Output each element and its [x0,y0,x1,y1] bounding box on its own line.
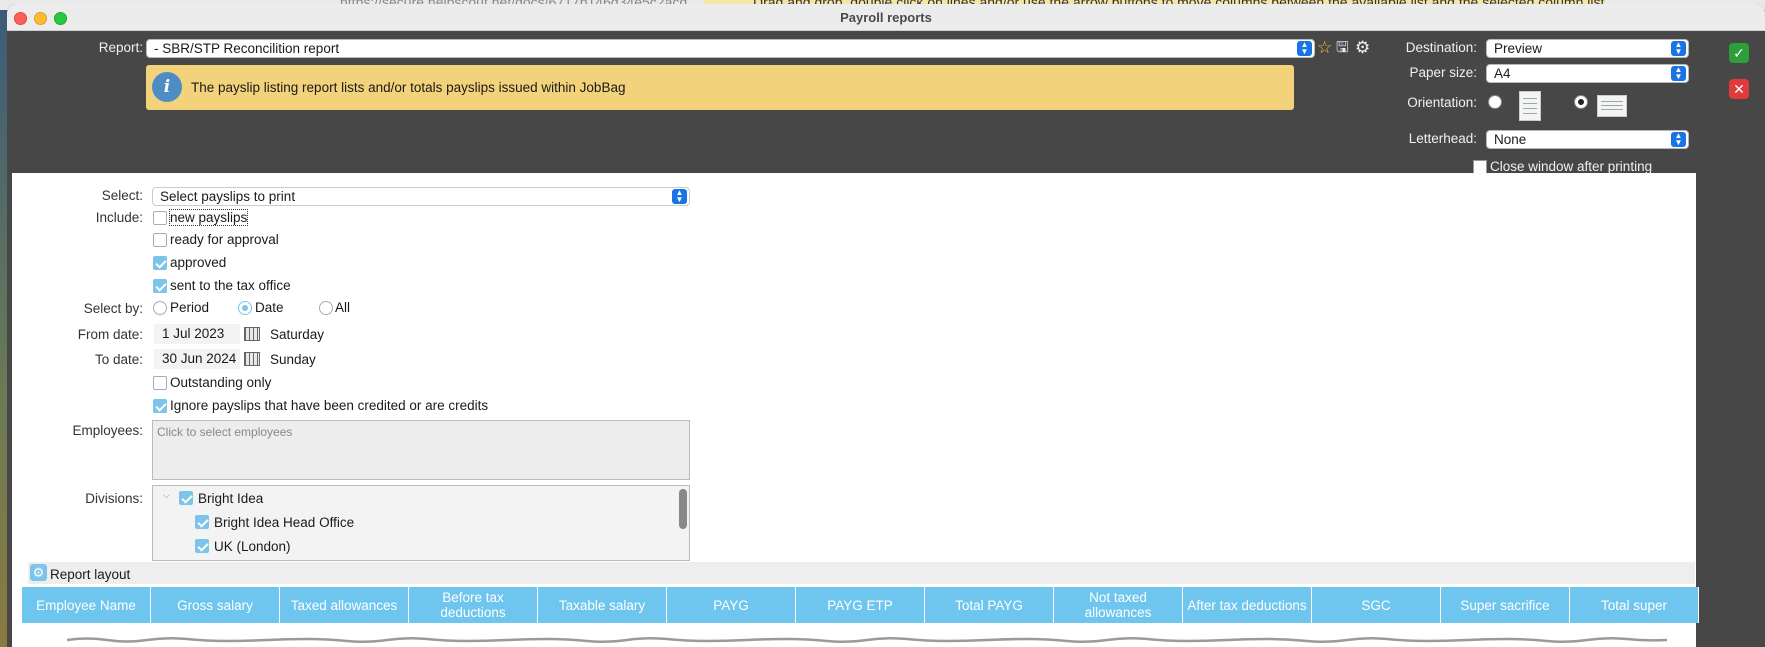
column-super-sacrifice[interactable]: Super sacrifice [1441,587,1570,623]
save-report-icon[interactable]: 🖫 [1336,39,1349,57]
cancel-button[interactable]: ✕ [1729,79,1749,99]
outstanding-only-checkbox[interactable] [153,376,167,390]
column-taxed-allowances[interactable]: Taxed allowances [280,587,409,623]
title-bar: Payroll reports [7,4,1765,31]
include-sent-checkbox[interactable] [153,279,167,293]
column-gross-salary[interactable]: Gross salary [151,587,280,623]
column-payg-etp[interactable]: PAYG ETP [796,587,925,623]
landscape-radio[interactable] [1574,95,1588,109]
select-by-date-label[interactable]: Date [255,300,284,315]
ignore-credits-label[interactable]: Ignore payslips that have been credited … [170,398,488,413]
report-label: Report: [98,40,143,55]
payroll-reports-window: Payroll reports Report: - SBR/STP Reconc… [7,4,1765,647]
select-by-date-radio[interactable] [238,301,252,315]
employees-label: Employees: [72,423,143,438]
info-icon: i [152,72,182,102]
column-payg[interactable]: PAYG [667,587,796,623]
include-ready-checkbox[interactable] [153,233,167,247]
division-checkbox[interactable] [195,539,209,553]
include-ready-label[interactable]: ready for approval [170,232,279,247]
destination-select[interactable]: Preview ▲ ▼ [1486,39,1689,58]
ignore-credits-checkbox[interactable] [153,399,167,413]
report-columns: Employee Name Gross salary Taxed allowan… [22,587,1699,623]
employees-selector[interactable]: Click to select employees [152,420,690,480]
outstanding-only-label[interactable]: Outstanding only [170,375,271,390]
include-approved-checkbox[interactable] [153,256,167,270]
layout-gear-icon[interactable]: ⚙ [30,564,47,581]
collapse-chevron-icon[interactable]: ⌵ [163,490,170,501]
to-date-label: To date: [94,352,143,367]
paper-size-value: A4 [1494,66,1511,81]
column-not-taxed-allowances[interactable]: Not taxed allowances [1054,587,1183,623]
select-payslips-value: Select payslips to print [160,189,296,204]
to-day-label: Sunday [270,352,316,367]
favourite-star-icon[interactable]: ☆ [1317,39,1332,57]
from-date-field[interactable]: 1 Jul 2023 [154,324,240,344]
include-label: Include: [95,210,143,225]
select-by-period-radio[interactable] [153,301,167,315]
gear-icon[interactable]: ⚙ [1355,39,1370,57]
close-window-checkbox[interactable] [1473,160,1487,174]
select-by-all-label[interactable]: All [335,300,350,315]
report-select-value: - SBR/STP Reconcilition report [154,41,340,56]
divisions-scrollbar[interactable] [679,489,687,529]
paper-size-label: Paper size: [1409,65,1477,80]
report-layout-title: Report layout [50,567,131,582]
destination-label: Destination: [1405,40,1477,55]
calendar-icon[interactable] [244,327,260,341]
calendar-icon[interactable] [244,352,260,366]
select-payslips-dropdown[interactable]: Select payslips to print ▲ ▼ [152,187,690,206]
to-date-field[interactable]: 30 Jun 2024 [154,349,240,369]
letterhead-select[interactable]: None ▲ ▼ [1486,130,1689,149]
portrait-radio[interactable] [1488,95,1502,109]
division-label[interactable]: Bright Idea [198,491,263,506]
from-date-label: From date: [77,327,143,342]
division-label[interactable]: Bright Idea Head Office [214,515,354,530]
chevron-updown-icon: ▲ ▼ [1671,66,1686,81]
include-sent-label[interactable]: sent to the tax office [170,278,291,293]
column-before-tax-deductions[interactable]: Before tax deductions [409,587,538,623]
select-by-all-radio[interactable] [319,301,333,315]
print-ok-button[interactable]: ✓ [1729,43,1749,63]
orientation-label: Orientation: [1407,95,1477,110]
column-total-payg[interactable]: Total PAYG [925,587,1054,623]
include-new-checkbox[interactable] [153,211,167,225]
chevron-updown-icon: ▲ ▼ [1671,41,1686,56]
landscape-page-icon [1597,95,1627,117]
column-taxable-salary[interactable]: Taxable salary [538,587,667,623]
column-sgc[interactable]: SGC [1312,587,1441,623]
division-label[interactable]: UK (London) [214,539,291,554]
column-total-super[interactable]: Total super [1570,587,1699,623]
close-window-label: Close window after printing [1490,159,1653,174]
letterhead-label: Letterhead: [1408,131,1477,146]
divisions-label: Divisions: [85,491,143,506]
destination-value: Preview [1494,41,1543,56]
report-layout-header: ⚙ Report layout [28,562,1695,584]
column-after-tax-deductions[interactable]: After tax deductions [1183,587,1312,623]
select-by-label: Select by: [83,301,143,316]
chevron-updown-icon: ▲ ▼ [672,189,687,204]
chevron-updown-icon: ▲ ▼ [1297,41,1312,56]
paper-size-select[interactable]: A4 ▲ ▼ [1486,64,1689,83]
letterhead-value: None [1494,132,1527,147]
divisions-tree[interactable]: ⌵ Bright Idea Bright Idea Head Office UK… [152,485,690,561]
select-by-period-label[interactable]: Period [170,300,209,315]
select-label: Select: [101,188,143,203]
include-new-label[interactable]: new payslips [168,209,249,226]
portrait-page-icon [1519,91,1541,121]
division-checkbox[interactable] [179,491,193,505]
window-title: Payroll reports [840,10,932,25]
column-employee-name[interactable]: Employee Name [22,587,151,623]
division-checkbox[interactable] [195,515,209,529]
torn-edge-divider [67,636,1667,644]
banner-text: The payslip listing report lists and/or … [191,80,626,95]
report-select[interactable]: - SBR/STP Reconcilition report ▲ ▼ [146,39,1315,58]
info-banner: i The payslip listing report lists and/o… [146,65,1294,110]
from-day-label: Saturday [270,327,325,342]
chevron-updown-icon: ▲ ▼ [1671,132,1686,147]
include-approved-label[interactable]: approved [170,255,226,270]
